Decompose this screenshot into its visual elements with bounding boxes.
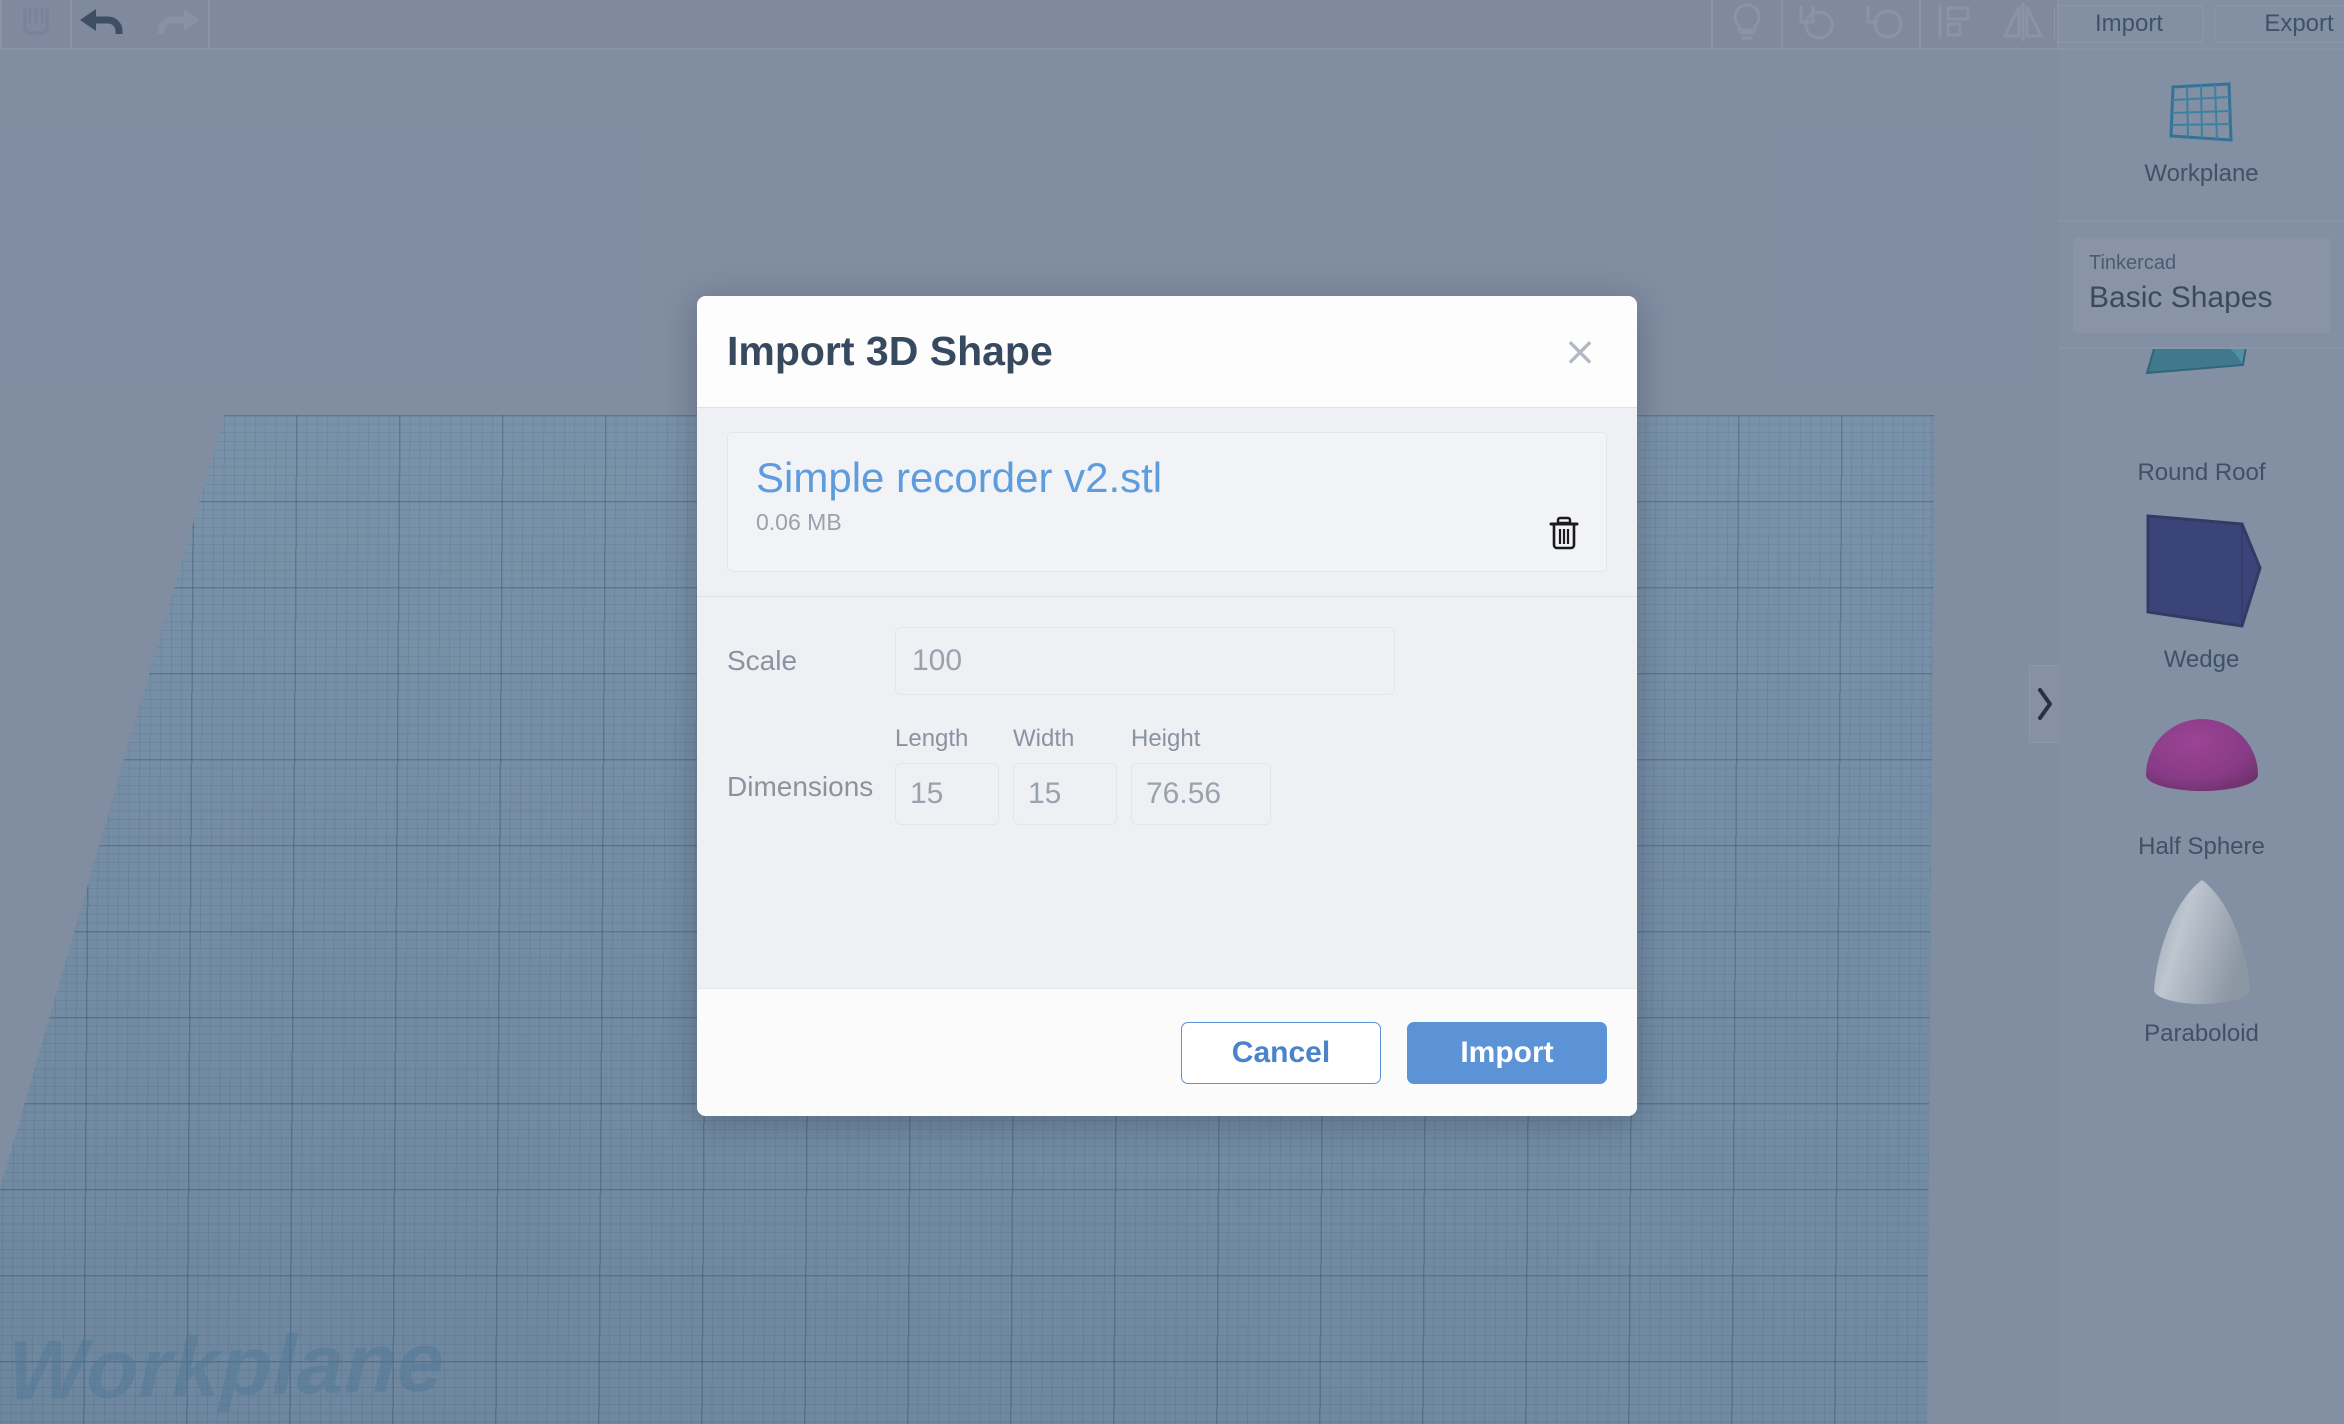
width-input[interactable] — [1013, 763, 1117, 825]
cancel-button-label: Cancel — [1231, 1035, 1331, 1069]
dimensions-label: Dimensions — [727, 771, 874, 802]
cancel-button[interactable]: Cancel — [1181, 1021, 1381, 1084]
height-field-group: Height — [1131, 725, 1271, 825]
height-caption: Height — [1131, 725, 1201, 752]
dialog-header: Import 3D Shape × — [697, 296, 1637, 408]
dialog-body: Simple recorder v2.stl 0.06 MB Scale 100… — [697, 408, 1637, 988]
delete-file-button[interactable] — [1544, 515, 1584, 555]
width-caption: Width — [1013, 725, 1075, 752]
dimensions-row: Dimensions Length Width Height — [727, 725, 1607, 825]
scale-input[interactable] — [895, 627, 1395, 695]
file-name[interactable]: Simple recorder v2.stl — [756, 454, 1578, 501]
dimension-fields: Length Width Height — [895, 725, 1271, 825]
file-section: Simple recorder v2.stl 0.06 MB — [697, 408, 1637, 597]
close-icon[interactable]: × — [1553, 325, 1607, 379]
file-size: 0.06 MB — [756, 509, 842, 536]
import-settings-form: Scale Dimensions Length Width — [697, 597, 1637, 859]
dialog-title: Import 3D Shape — [727, 328, 1053, 374]
uploaded-file-card: Simple recorder v2.stl 0.06 MB — [727, 432, 1607, 572]
trash-icon — [1547, 515, 1581, 556]
length-field-group: Length — [895, 725, 999, 825]
import-3d-shape-dialog: Import 3D Shape × Simple recorder v2.stl… — [697, 296, 1637, 1116]
tinkercad-editor: Workplane Import Export Workplane Tinker… — [0, 0, 2344, 1424]
import-button-label: Import — [1460, 1035, 1554, 1069]
height-input[interactable] — [1131, 763, 1271, 825]
scale-row: Scale — [727, 627, 1607, 695]
length-caption: Length — [895, 725, 969, 752]
scale-label: Scale — [727, 645, 798, 676]
length-input[interactable] — [895, 763, 999, 825]
import-confirm-button[interactable]: Import — [1407, 1021, 1607, 1084]
width-field-group: Width — [1013, 725, 1117, 825]
dialog-footer: Cancel Import — [697, 988, 1637, 1116]
